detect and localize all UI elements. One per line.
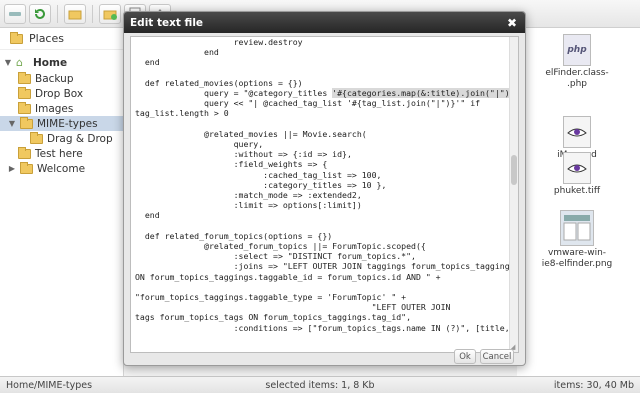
sidebar-item-drop-box[interactable]: Drop Box bbox=[0, 86, 123, 101]
reload-icon[interactable] bbox=[29, 3, 51, 24]
back-icon[interactable] bbox=[4, 3, 26, 24]
code-line: end bbox=[135, 210, 160, 221]
code-line: query, bbox=[135, 139, 264, 150]
code-line: end bbox=[135, 57, 160, 68]
status-selected: selected items: 1, 8 Kb bbox=[265, 379, 375, 391]
vertical-scrollbar[interactable] bbox=[509, 37, 518, 352]
code-line: :without => {:id => id}, bbox=[135, 149, 352, 160]
code-line: :limit => options[:limit]) bbox=[135, 200, 362, 211]
selected-text: '#{categories.map(&:title).join("|")}' bbox=[332, 88, 519, 99]
new-folder-icon[interactable] bbox=[99, 3, 121, 24]
sidebar-item-mime-types[interactable]: ▼ MIME-types bbox=[0, 116, 123, 131]
code-line: end bbox=[135, 47, 219, 58]
sidebar-item-test-here[interactable]: Test here bbox=[0, 146, 123, 161]
folder-icon bbox=[18, 101, 31, 114]
edit-text-dialog: Edit text file ✖ review.destroy end end … bbox=[123, 11, 526, 366]
code-line: :match_mode => :extended2, bbox=[135, 190, 362, 201]
sidebar-item-label: Images bbox=[35, 102, 74, 115]
file-item[interactable]: php elFinder.class- .php bbox=[527, 34, 627, 90]
cancel-button[interactable]: Cancel bbox=[480, 349, 514, 364]
code-line: query = "@category_titles '#{categories.… bbox=[135, 88, 519, 99]
folder-icon bbox=[20, 116, 33, 129]
places-section[interactable]: Places bbox=[0, 28, 123, 50]
psd-file-icon bbox=[563, 116, 591, 148]
sidebar-item-label: Welcome bbox=[37, 162, 86, 175]
scrollbar-thumb[interactable] bbox=[511, 155, 517, 185]
code-line: @related_movies ||= Movie.search( bbox=[135, 128, 367, 139]
tiff-file-icon bbox=[563, 152, 591, 184]
sidebar-item-images[interactable]: Images bbox=[0, 101, 123, 116]
folder-icon bbox=[30, 131, 43, 144]
expand-arrow-icon[interactable]: ▼ bbox=[8, 119, 16, 128]
home-icon: ⌂ bbox=[16, 56, 23, 69]
file-name: phuket.tiff bbox=[553, 186, 601, 196]
file-name: elFinder.class- bbox=[545, 68, 609, 78]
code-line: def related_forum_topics(options = {}) bbox=[135, 230, 333, 241]
code-line: :category_titles => 10 }, bbox=[135, 179, 387, 190]
file-item[interactable]: vmware-win- ie8-elfinder.png bbox=[527, 210, 627, 270]
folder-icon bbox=[10, 31, 23, 44]
file-name: vmware-win- bbox=[547, 248, 607, 258]
folder-icon bbox=[20, 161, 33, 174]
sidebar-item-backup[interactable]: Backup bbox=[0, 71, 123, 86]
code-line: :select => "DISTINCT forum_topics.*", bbox=[135, 251, 416, 262]
code-content: review.destroy end end def related_movie… bbox=[135, 37, 519, 333]
code-line: "forum_topics_taggings.taggable_type = '… bbox=[135, 292, 407, 303]
code-line: query << "| @cached_tag_list '#{tag_list… bbox=[135, 98, 481, 109]
sidebar-item-home[interactable]: ▼ ⌂ Home bbox=[0, 54, 123, 71]
sidebar-navigation: Places ▼ ⌂ Home Backup Drop Box Images ▼… bbox=[0, 28, 124, 376]
expand-arrow-icon[interactable]: ▼ bbox=[4, 58, 12, 67]
sidebar-item-label: Backup bbox=[35, 72, 74, 85]
open-folder-icon[interactable] bbox=[64, 3, 86, 24]
code-line: tag_list.length > 0 bbox=[135, 108, 229, 119]
code-line: def related_movies(options = {}) bbox=[135, 77, 303, 88]
file-grid: php elFinder.class- .php iMac.psd phuket… bbox=[517, 28, 640, 376]
folder-icon bbox=[18, 86, 31, 99]
code-line: ON forum_topics_taggings.taggable_id = f… bbox=[135, 271, 441, 282]
code-line: @related_forum_topics ||= ForumTopic.sco… bbox=[135, 241, 426, 252]
file-name: .php bbox=[567, 79, 587, 89]
code-line: "LEFT OUTER JOIN bbox=[135, 302, 451, 313]
status-bar: Home/MIME-types selected items: 1, 8 Kb … bbox=[0, 376, 640, 393]
collapse-arrow-icon[interactable]: ▶ bbox=[8, 164, 16, 173]
file-name: ie8-elfinder.png bbox=[541, 259, 613, 269]
sidebar-item-label: Home bbox=[33, 56, 68, 69]
dialog-title: Edit text file bbox=[130, 16, 204, 29]
dialog-titlebar[interactable]: Edit text file ✖ bbox=[124, 12, 525, 33]
sidebar-item-welcome[interactable]: ▶ Welcome bbox=[0, 161, 123, 176]
image-thumbnail-icon bbox=[560, 210, 594, 246]
close-icon[interactable]: ✖ bbox=[505, 16, 519, 30]
sidebar-item-drag-drop[interactable]: Drag & Drop bbox=[0, 131, 123, 146]
folder-icon bbox=[18, 71, 31, 84]
code-line: tags forum_topics_tags ON forum_topics_t… bbox=[135, 312, 412, 323]
places-label: Places bbox=[29, 32, 64, 45]
code-line: :joins => "LEFT OUTER JOIN taggings foru… bbox=[135, 261, 515, 272]
sidebar-item-label: Drag & Drop bbox=[47, 132, 113, 145]
code-line: :conditions => ["forum_topics_tags.name … bbox=[135, 322, 510, 333]
code-line: review.destroy bbox=[135, 37, 303, 47]
file-item[interactable]: phuket.tiff bbox=[527, 152, 627, 197]
ok-button[interactable]: Ok bbox=[454, 349, 476, 364]
toolbar-separator bbox=[57, 4, 58, 23]
code-line: :cached_tag_list => 100, bbox=[135, 169, 382, 180]
code-line: :field_weights => { bbox=[135, 159, 328, 170]
sidebar-item-label: Drop Box bbox=[35, 87, 84, 100]
php-file-icon: php bbox=[563, 34, 591, 66]
toolbar-separator bbox=[92, 4, 93, 23]
folder-icon bbox=[18, 146, 31, 159]
sidebar-item-label: MIME-types bbox=[37, 117, 98, 130]
sidebar-item-label: Test here bbox=[35, 147, 83, 160]
code-editor-textarea[interactable]: review.destroy end end def related_movie… bbox=[130, 36, 519, 353]
